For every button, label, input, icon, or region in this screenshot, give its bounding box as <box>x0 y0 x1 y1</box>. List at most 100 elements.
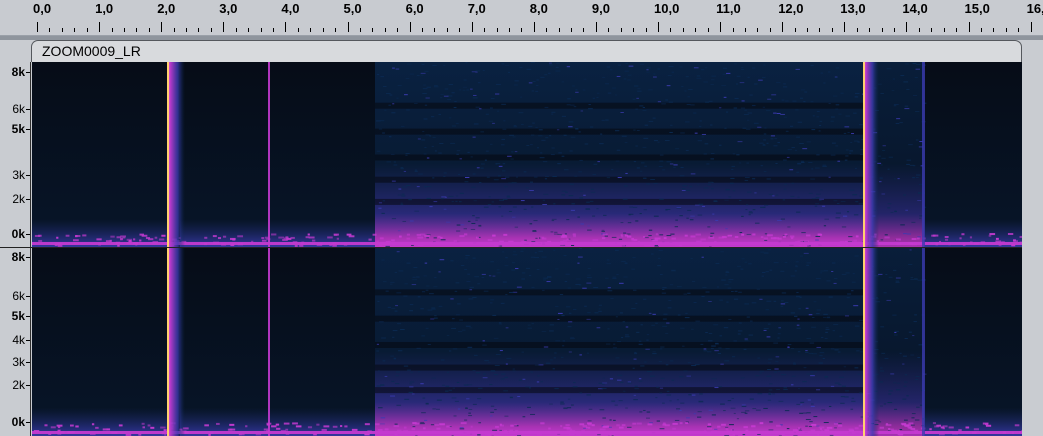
noise-speck <box>401 195 406 197</box>
noise-speck <box>504 415 509 417</box>
low-frequency-speck <box>118 424 123 427</box>
low-frequency-speck <box>752 233 756 236</box>
low-frequency-speck <box>895 238 901 241</box>
audio-track[interactable]: ZOOM0009_LR 8k 6k 5k 3k 2k 0k 8k 6k 5k 4k 3k 2k 0k <box>0 40 1043 436</box>
noise-speck <box>610 297 614 299</box>
noise-speck <box>689 219 694 221</box>
noise-speck <box>705 332 708 334</box>
noise-speck <box>616 149 621 151</box>
noise-speck <box>799 143 804 145</box>
noise-speck <box>616 75 621 77</box>
noise-speck <box>400 125 405 127</box>
low-frequency-speck <box>391 239 395 242</box>
noise-speck <box>521 123 524 125</box>
ruler-minor-tick <box>633 28 635 32</box>
noise-speck <box>679 409 682 411</box>
low-frequency-speck <box>695 233 701 236</box>
noise-speck <box>766 375 772 377</box>
noise-speck <box>751 302 757 304</box>
noise-speck <box>883 292 887 294</box>
noise-speck <box>633 394 636 396</box>
noise-speck <box>660 377 665 379</box>
left-channel-spectrogram[interactable] <box>32 62 1022 247</box>
low-frequency-speck <box>275 423 280 426</box>
noise-speck <box>423 84 426 86</box>
noise-speck <box>816 154 820 156</box>
low-frequency-speck <box>797 427 801 430</box>
noise-speck <box>893 382 897 384</box>
noise-speck <box>759 142 764 144</box>
noise-speck <box>496 110 500 112</box>
noise-speck <box>632 206 638 208</box>
noise-speck <box>491 201 494 203</box>
noise-speck <box>657 68 660 70</box>
noise-speck <box>728 279 734 281</box>
frequency-tick <box>26 72 30 73</box>
ruler-tick-label: 12,0 <box>778 1 804 16</box>
noise-speck <box>806 262 811 264</box>
noise-speck <box>775 163 778 165</box>
noise-speck <box>500 144 505 146</box>
noise-speck <box>851 290 854 292</box>
ruler-minor-tick <box>583 28 585 32</box>
right-channel-spectrogram[interactable] <box>32 248 1022 436</box>
noise-speck <box>810 64 814 66</box>
noise-speck <box>586 352 589 354</box>
low-frequency-speck <box>159 238 165 241</box>
noise-speck <box>515 268 519 270</box>
noise-speck <box>810 178 815 180</box>
ruler-major-tick <box>347 22 349 32</box>
noise-speck <box>541 256 547 258</box>
noise-speck <box>912 177 915 179</box>
noise-speck <box>895 277 901 279</box>
noise-speck <box>906 163 910 165</box>
noise-speck <box>697 140 702 142</box>
noise-speck <box>506 358 512 360</box>
transient-peak <box>167 248 169 436</box>
low-frequency-speck <box>434 423 439 426</box>
noise-speck <box>687 96 691 98</box>
noise-speck <box>402 220 407 222</box>
noise-speck <box>458 173 461 175</box>
noise-speck <box>707 226 711 228</box>
noise-speck <box>506 195 510 197</box>
low-frequency-speck <box>164 433 167 436</box>
noise-speck <box>655 322 658 324</box>
noise-speck <box>487 204 492 206</box>
ruler-minor-tick <box>1005 28 1007 32</box>
clip-name[interactable]: ZOOM0009_LR <box>42 43 141 59</box>
noise-speck <box>467 346 473 348</box>
noise-speck <box>767 362 772 364</box>
noise-speck <box>649 422 653 424</box>
timeline-ruler[interactable]: 0,0 1,0 2,0 3,0 4,0 5,0 6,0 7,0 8,0 9,0 10,0 11,0 12… <box>0 0 1043 36</box>
low-frequency-speck <box>601 237 606 240</box>
noise-speck <box>790 312 795 314</box>
noise-speck <box>914 278 918 280</box>
noise-speck <box>588 108 593 110</box>
noise-speck <box>831 270 834 272</box>
noise-speck <box>596 92 600 94</box>
noise-speck <box>530 413 536 415</box>
noise-speck <box>699 120 702 122</box>
noise-speck <box>633 358 637 360</box>
clip-title-bar[interactable]: ZOOM0009_LR <box>31 40 1022 62</box>
noise-speck <box>605 277 609 279</box>
noise-speck <box>890 211 894 213</box>
noise-speck <box>521 272 526 274</box>
noise-speck <box>598 308 601 310</box>
low-frequency-speck <box>700 238 706 241</box>
noise-speck <box>616 379 622 381</box>
low-frequency-speck <box>782 235 786 238</box>
low-frequency-speck <box>989 233 996 236</box>
noise-speck <box>769 421 773 423</box>
noise-speck <box>544 74 548 76</box>
noise-speck <box>451 201 454 203</box>
noise-speck <box>561 115 567 117</box>
noise-speck <box>577 216 580 218</box>
noise-speck <box>744 176 750 178</box>
low-frequency-speck <box>56 236 59 239</box>
noise-speck <box>514 226 519 228</box>
low-frequency-speck <box>439 423 445 426</box>
ruler-tick-label: 8,0 <box>529 1 548 16</box>
noise-speck <box>431 307 436 309</box>
